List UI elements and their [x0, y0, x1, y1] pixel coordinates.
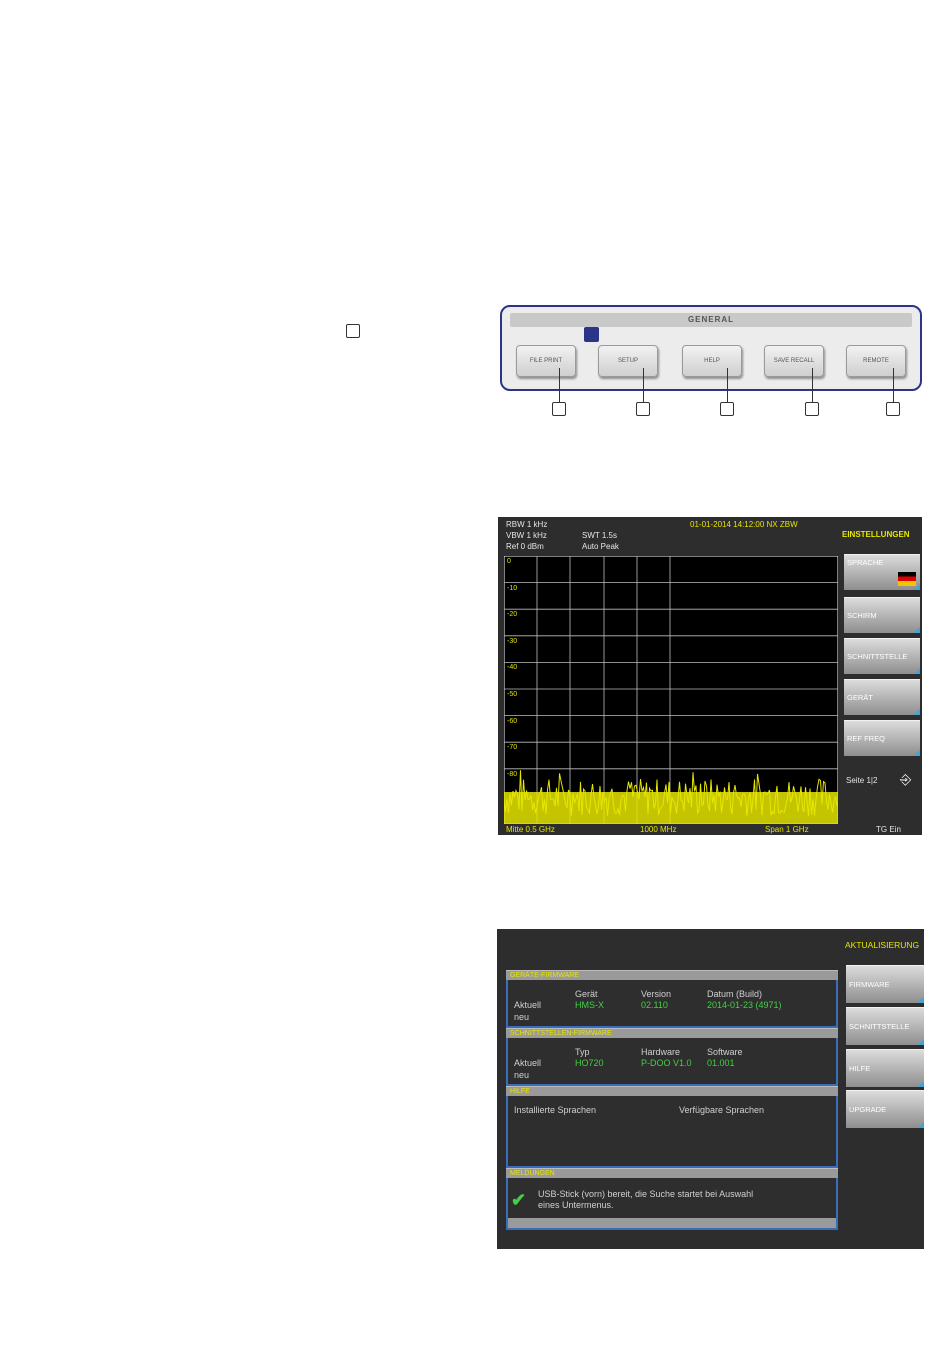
- section-title-device-firmware: GERÄTE-FIRMWARE: [506, 970, 838, 980]
- version-value: 02.110: [641, 1000, 668, 1010]
- softkey-corner-icon: [914, 584, 920, 590]
- messages-footer-bar: [508, 1218, 836, 1228]
- vbw-label: VBW 1 kHz: [506, 531, 547, 540]
- ref-level-label: Ref 0 dBm: [506, 542, 544, 551]
- callout-marker: [886, 402, 900, 416]
- softkey-ref-freq[interactable]: REF FREQ: [844, 720, 920, 756]
- leader-line: [559, 368, 561, 402]
- softkey-label: GERÄT: [847, 693, 873, 702]
- remote-button[interactable]: REMOTE: [846, 345, 906, 377]
- softkey-label: HILFE: [849, 1064, 871, 1073]
- software-value: 01.001: [707, 1058, 735, 1068]
- callout-marker: [720, 402, 734, 416]
- softkey-label: REF FREQ: [847, 734, 885, 743]
- column-header: Gerät: [575, 989, 598, 999]
- softkey-sprache[interactable]: SPRACHE: [844, 554, 920, 590]
- panel-strip-label: GENERAL: [510, 313, 912, 327]
- softkey-corner-icon: [918, 1081, 924, 1087]
- leader-line: [812, 368, 814, 402]
- softkey-corner-icon: [918, 997, 924, 1003]
- menu-title: AKTUALISIERUNG: [845, 940, 920, 950]
- row-label-current: Aktuell: [514, 1058, 542, 1068]
- softkey-label: SCHNITTSTELLE: [847, 652, 908, 661]
- noise-floor-fill: [504, 792, 838, 824]
- help-button[interactable]: HELP: [682, 345, 742, 377]
- leader-line: [643, 368, 645, 402]
- section-title-messages: MELDUNGEN: [506, 1168, 838, 1178]
- message-text-line: USB-Stick (vorn) bereit, die Suche start…: [538, 1189, 754, 1199]
- section-title-interface-firmware: SCHNITTSTELLEN-FIRMWARE: [506, 1028, 838, 1038]
- softkey-schnittstelle[interactable]: SCHNITTSTELLE: [844, 638, 920, 674]
- softkey-schirm[interactable]: SCHIRM: [844, 597, 920, 633]
- row-label-new: neu: [514, 1012, 530, 1022]
- tracking-generator-status: TG Ein: [876, 825, 901, 834]
- y-tick-label: -40: [507, 664, 518, 672]
- softkey-label: FIRMWARE: [849, 980, 890, 989]
- y-tick-label: -20: [507, 611, 518, 619]
- save-recall-button[interactable]: SAVE RECALL: [764, 345, 824, 377]
- softkey-corner-icon: [914, 709, 920, 715]
- y-tick-label: -60: [507, 717, 518, 725]
- datetime-status: 01-01-2014 14:12:00 NX ZBW: [690, 520, 798, 529]
- section-title-help: HILFE: [506, 1086, 838, 1096]
- build-date-value: 2014-01-23 (4971): [707, 1000, 782, 1010]
- device-value: HMS-X: [575, 1000, 604, 1010]
- y-tick-label: -50: [507, 691, 518, 698]
- softkey-firmware[interactable]: FIRMWARE: [846, 965, 924, 1003]
- y-tick-label: -30: [507, 637, 518, 645]
- softkey-corner-icon: [918, 1039, 924, 1045]
- installed-languages-label: Installierte Sprachen: [514, 1105, 597, 1115]
- softkey-hilfe[interactable]: HILFE: [846, 1049, 924, 1087]
- general-control-panel: GENERAL FILE PRINT SETUP HELP SAVE RECAL…: [500, 305, 922, 391]
- y-tick-label: -10: [507, 584, 518, 592]
- row-label-current: Aktuell: [514, 1000, 542, 1010]
- softkey-schnittstelle[interactable]: SCHNITTSTELLE: [846, 1007, 924, 1045]
- span-label: Span 1 GHz: [765, 825, 809, 834]
- y-tick-label: -70: [507, 744, 518, 752]
- softkey-label: SCHIRM: [847, 611, 877, 620]
- column-header: Datum (Build): [707, 989, 763, 999]
- frequency-readout: 1000 MHz: [640, 825, 677, 834]
- row-label-new: neu: [514, 1070, 530, 1080]
- spectrum-plot: [504, 556, 838, 824]
- column-header: Software: [707, 1047, 743, 1057]
- leader-line: [893, 368, 895, 402]
- sweep-time-label: SWT 1.5s: [582, 531, 617, 540]
- softkey-corner-icon: [914, 668, 920, 674]
- leader-line: [727, 368, 729, 402]
- callout-marker: [636, 402, 650, 416]
- softkey-upgrade[interactable]: UPGRADE: [846, 1090, 924, 1128]
- callout-marker: [805, 402, 819, 416]
- setup-button[interactable]: SETUP: [598, 345, 658, 377]
- menu-title: EINSTELLUNGEN: [842, 530, 910, 539]
- available-languages-label: Verfügbare Sprachen: [679, 1105, 765, 1115]
- y-tick-label: 0: [507, 558, 511, 565]
- softkey-label: SPRACHE: [847, 558, 884, 567]
- callout-marker: [346, 324, 360, 338]
- message-text-line: eines Untermenus.: [538, 1200, 614, 1210]
- setup-led-indicator: [584, 327, 599, 342]
- softkey-label: SCHNITTSTELLE: [849, 1022, 910, 1031]
- detector-label: Auto Peak: [582, 542, 619, 551]
- column-header: Hardware: [641, 1047, 681, 1057]
- hardware-value: P-DOO V1.0: [641, 1058, 692, 1068]
- page-indicator: Seite 1|2: [846, 776, 878, 785]
- softkey-corner-icon: [914, 750, 920, 756]
- back-arrow-icon[interactable]: ⎆: [900, 771, 916, 787]
- softkey-corner-icon: [914, 627, 920, 633]
- column-header: Version: [641, 989, 672, 999]
- rbw-label: RBW 1 kHz: [506, 520, 548, 529]
- softkey-label: UPGRADE: [849, 1105, 887, 1114]
- file-print-button[interactable]: FILE PRINT: [516, 345, 576, 377]
- checkmark-icon: ✔: [511, 1190, 527, 1210]
- section-device-firmware: [506, 980, 838, 1028]
- softkey-geraet[interactable]: GERÄT: [844, 679, 920, 715]
- softkey-corner-icon: [918, 1122, 924, 1128]
- y-tick-label: -80: [507, 770, 518, 778]
- column-header: Typ: [575, 1047, 590, 1057]
- interface-type-value: HO720: [575, 1058, 604, 1068]
- center-frequency-label: Mitte 0.5 GHz: [506, 825, 555, 834]
- callout-marker: [552, 402, 566, 416]
